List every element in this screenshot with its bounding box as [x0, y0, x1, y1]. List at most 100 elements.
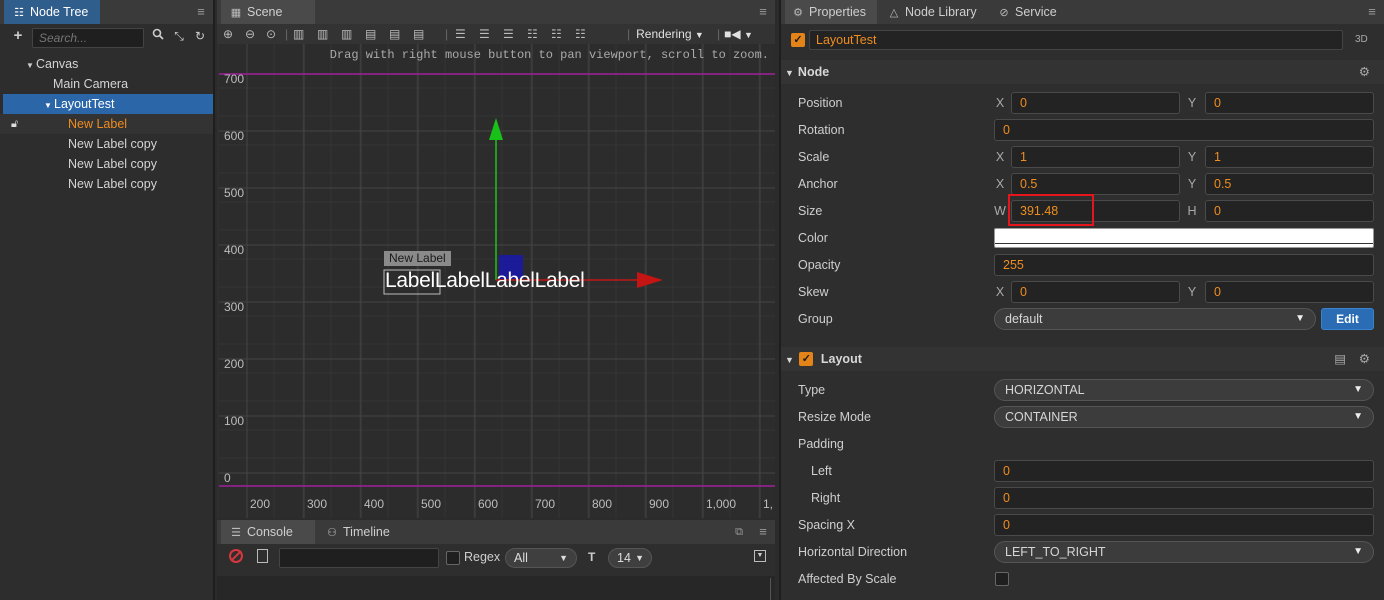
distribute-right-icon[interactable]: ☷: [575, 24, 586, 44]
w-label: W: [994, 204, 1006, 218]
resize-mode-dropdown[interactable]: CONTAINER ▼: [994, 406, 1374, 428]
zoom-in-icon[interactable]: ⊕: [223, 24, 233, 44]
tab-timeline[interactable]: ⚇ Timeline: [321, 520, 415, 544]
y-label: Y: [1187, 150, 1197, 164]
node-section-header[interactable]: ▼ Node ⚙: [781, 60, 1384, 84]
console-scrollbar[interactable]: [770, 578, 771, 600]
anchor-y-input[interactable]: 0.5: [1205, 173, 1374, 195]
layout-section-header[interactable]: ▼ ✓ Layout ▤ ⚙: [781, 347, 1384, 371]
zoom-out-icon[interactable]: ⊖: [245, 24, 255, 44]
camera-dropdown[interactable]: | ■◀ ▼: [717, 24, 753, 44]
node-search-input[interactable]: [32, 28, 144, 48]
align-vcenter-icon[interactable]: ▤: [389, 24, 400, 44]
distribute-bottom-icon[interactable]: ☰: [503, 24, 514, 44]
collapse-arrow-icon[interactable]: ▼: [785, 355, 794, 365]
spacing-x-input[interactable]: 0: [994, 514, 1374, 536]
zoom-reset-icon[interactable]: ⊙: [266, 24, 276, 44]
position-x-input[interactable]: 0: [1011, 92, 1180, 114]
distribute-hcenter-icon[interactable]: ☷: [551, 24, 562, 44]
layout-type-dropdown[interactable]: HORIZONTAL ▼: [994, 379, 1374, 401]
padding-left-input[interactable]: 0: [994, 460, 1374, 482]
horizontal-direction-dropdown[interactable]: LEFT_TO_RIGHT ▼: [994, 541, 1374, 563]
file-icon[interactable]: [257, 549, 268, 563]
popout-icon[interactable]: ⧉: [731, 520, 747, 544]
panel-menu-icon[interactable]: ≡: [193, 0, 209, 24]
padding-right-input[interactable]: 0: [994, 487, 1374, 509]
skew-y-input[interactable]: 0: [1205, 281, 1374, 303]
tree-item-new-label[interactable]: 🔓︎ New Label: [0, 114, 213, 134]
position-y-input[interactable]: 0: [1205, 92, 1374, 114]
group-edit-button[interactable]: Edit: [1321, 308, 1374, 330]
x-tick-label: 600: [478, 497, 499, 511]
size-height-input[interactable]: 0: [1205, 200, 1374, 222]
opacity-input[interactable]: 255: [994, 254, 1374, 276]
log-level-select[interactable]: All ▼: [505, 548, 577, 568]
y-tick-label: 0: [224, 471, 231, 485]
group-label: Group: [798, 312, 833, 326]
scene-viewport[interactable]: Drag with right mouse button to pan view…: [219, 44, 775, 518]
align-left-icon[interactable]: ▥: [293, 24, 304, 44]
skew-label: Skew: [798, 285, 829, 299]
font-size-select[interactable]: 14 ▼: [608, 548, 652, 568]
layout-enabled-checkbox[interactable]: ✓: [799, 351, 814, 366]
node-name-input[interactable]: LayoutTest: [809, 30, 1343, 50]
rotation-input[interactable]: 0: [994, 119, 1374, 141]
tree-item-new-label-copy[interactable]: New Label copy: [0, 134, 213, 154]
tab-node-tree[interactable]: ☷ Node Tree: [4, 0, 100, 24]
lock-icon[interactable]: 🔓︎: [11, 114, 18, 134]
tree-item-main-camera[interactable]: Main Camera: [0, 74, 213, 94]
panel-menu-icon[interactable]: ≡: [1364, 0, 1380, 24]
panel-menu-icon[interactable]: ≡: [755, 520, 771, 544]
tree-item-layouttest[interactable]: ▼ LayoutTest: [3, 94, 213, 114]
collapse-icon[interactable]: ⤡: [171, 26, 187, 46]
chevron-down-icon: ▼: [694, 30, 704, 40]
refresh-icon[interactable]: ↻: [192, 26, 208, 46]
scene-tabbar: ▦ Scene ≡: [217, 0, 775, 24]
skew-x-input[interactable]: 0: [1011, 281, 1180, 303]
label-node-text[interactable]: LabelLabelLabelLabel: [385, 269, 585, 293]
search-icon[interactable]: [150, 26, 166, 46]
align-bottom-icon[interactable]: ▤: [413, 24, 424, 44]
viewport-hint: Drag with right mouse button to pan view…: [329, 48, 769, 62]
tab-service[interactable]: ⊘ Service: [995, 0, 1085, 24]
scale-x-input[interactable]: 1: [1011, 146, 1180, 168]
align-top-icon[interactable]: ▤: [365, 24, 376, 44]
tree-item-new-label-copy[interactable]: New Label copy: [0, 174, 213, 194]
console-output[interactable]: [217, 576, 775, 600]
tree-item-canvas[interactable]: ▼ Canvas: [0, 54, 213, 74]
divider: |: [627, 27, 631, 41]
group-dropdown[interactable]: default ▼: [994, 308, 1316, 330]
tab-scene[interactable]: ▦ Scene: [221, 0, 315, 24]
tab-console[interactable]: ☰ Console: [221, 520, 315, 544]
expand-arrow-icon[interactable]: ▼: [26, 56, 36, 76]
align-hcenter-icon[interactable]: ▥: [317, 24, 328, 44]
clear-icon[interactable]: [229, 549, 243, 563]
y-tick-label: 600: [224, 129, 245, 143]
add-node-icon[interactable]: +: [10, 26, 26, 46]
anchor-x-input[interactable]: 0.5: [1011, 173, 1180, 195]
regex-checkbox[interactable]: [446, 551, 460, 565]
align-right-icon[interactable]: ▥: [341, 24, 352, 44]
expand-arrow-icon[interactable]: ▼: [44, 96, 54, 116]
tab-node-library[interactable]: △ Node Library: [885, 0, 989, 24]
affected-by-scale-checkbox[interactable]: [995, 572, 1009, 586]
3d-toggle[interactable]: 3D: [1355, 34, 1368, 45]
console-filter-input[interactable]: [279, 548, 439, 568]
distribute-top-icon[interactable]: ☰: [455, 24, 466, 44]
rendering-dropdown[interactable]: | Rendering ▼: [627, 24, 704, 44]
tab-properties[interactable]: ⚙ Properties: [785, 0, 877, 24]
opacity-label: Opacity: [798, 258, 841, 272]
book-icon[interactable]: ▤: [1334, 347, 1346, 371]
tree-item-new-label-copy[interactable]: New Label copy: [0, 154, 213, 174]
distribute-left-icon[interactable]: ☷: [527, 24, 538, 44]
gear-icon[interactable]: ⚙: [1359, 347, 1370, 371]
gear-icon[interactable]: ⚙: [1359, 60, 1370, 84]
distribute-vcenter-icon[interactable]: ☰: [479, 24, 490, 44]
color-swatch[interactable]: [994, 228, 1374, 248]
node-active-checkbox[interactable]: ✓: [791, 33, 805, 47]
collapse-menu-icon[interactable]: ▼: [754, 550, 766, 562]
collapse-arrow-icon[interactable]: ▼: [785, 68, 794, 78]
scale-y-input[interactable]: 1: [1205, 146, 1374, 168]
panel-menu-icon[interactable]: ≡: [755, 0, 771, 24]
y-label: Y: [1187, 177, 1197, 191]
